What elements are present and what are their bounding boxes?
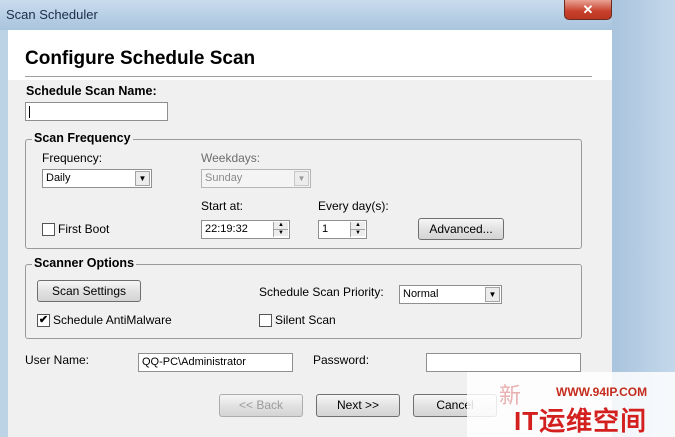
user-name-value: QQ-PC\Administrator [142, 356, 246, 368]
scanner-options-group: Scanner Options Scan Settings Schedule S… [25, 256, 582, 339]
weekdays-label: Weekdays: [201, 151, 261, 165]
next-button[interactable]: Next >> [316, 394, 400, 417]
text-cursor [29, 106, 30, 118]
scanner-options-legend: Scanner Options [32, 256, 137, 270]
spin-down-icon[interactable]: ▼ [274, 229, 288, 236]
schedule-scan-name-input[interactable] [25, 102, 168, 121]
password-label: Password: [313, 353, 370, 367]
scan-frequency-group: Scan Frequency Frequency: Daily ▼ Weekda… [25, 131, 582, 249]
window-title: Scan Scheduler [6, 7, 98, 22]
frequency-value: Daily [46, 172, 71, 184]
time-spinner[interactable]: ▲ ▼ [273, 222, 288, 237]
watermark-site: WWW.94IP.COM [556, 385, 648, 399]
weekdays-dropdown[interactable]: Sunday ▼ [201, 169, 311, 188]
spin-up-icon[interactable]: ▲ [274, 222, 288, 229]
chevron-down-icon[interactable]: ▼ [485, 287, 500, 302]
schedule-antimalware-checkbox[interactable]: ✔ [37, 314, 50, 327]
check-icon: ✔ [38, 314, 49, 326]
priority-dropdown[interactable]: Normal ▼ [399, 285, 502, 304]
start-at-time-input[interactable]: 22:19:32 ▲ ▼ [201, 220, 290, 239]
dialog-header: Configure Schedule Scan [8, 30, 612, 80]
window-frame-left [0, 30, 8, 437]
every-days-input[interactable]: 1 ▲ ▼ [318, 220, 367, 239]
every-days-label: Every day(s): [318, 199, 389, 213]
spin-down-icon[interactable]: ▼ [351, 229, 365, 236]
advanced-button[interactable]: Advanced... [418, 218, 504, 240]
first-boot-checkbox[interactable] [42, 223, 55, 236]
user-name-label: User Name: [25, 353, 90, 367]
scan-settings-button[interactable]: Scan Settings [37, 280, 141, 302]
chevron-down-icon[interactable]: ▼ [135, 171, 150, 186]
weekdays-value: Sunday [205, 172, 243, 184]
first-boot-label: First Boot [58, 222, 110, 236]
user-name-input[interactable]: QQ-PC\Administrator [138, 353, 293, 372]
silent-scan-label: Silent Scan [275, 313, 336, 327]
schedule-scan-name-label: Schedule Scan Name: [26, 84, 157, 98]
every-days-value: 1 [322, 223, 329, 235]
watermark-brand: IT运维空间 [514, 406, 648, 436]
frequency-label: Frequency: [42, 151, 103, 165]
chevron-down-icon[interactable]: ▼ [294, 171, 309, 186]
priority-value: Normal [403, 288, 439, 300]
start-at-value: 22:19:32 [205, 223, 248, 235]
spin-up-icon[interactable]: ▲ [351, 222, 365, 229]
start-at-label: Start at: [201, 199, 244, 213]
frequency-dropdown[interactable]: Daily ▼ [42, 169, 152, 188]
silent-scan-checkbox[interactable] [259, 314, 272, 327]
header-divider [25, 76, 592, 77]
close-button[interactable]: ✕ [564, 0, 612, 20]
password-input[interactable] [426, 353, 581, 372]
schedule-antimalware-label: Schedule AntiMalware [53, 313, 172, 327]
page-title: Configure Schedule Scan [25, 48, 256, 69]
days-spinner[interactable]: ▲ ▼ [350, 222, 365, 237]
priority-label: Schedule Scan Priority: [259, 285, 384, 299]
scan-frequency-legend: Scan Frequency [32, 131, 133, 145]
back-button[interactable]: << Back [219, 394, 303, 417]
